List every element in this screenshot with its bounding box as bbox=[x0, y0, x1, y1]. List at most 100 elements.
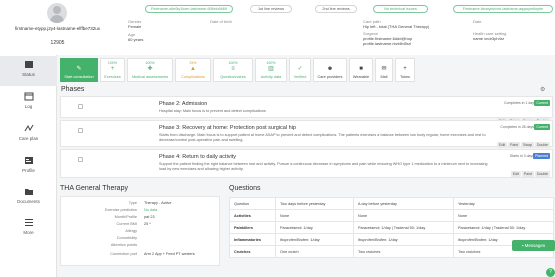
double-button[interactable]: Double bbox=[534, 171, 550, 177]
table-cell: One crutch bbox=[275, 245, 354, 258]
phase-title: Phase 2: Admission bbox=[159, 101, 208, 107]
sidebar-item-label: Log bbox=[24, 104, 33, 109]
row-header: Painkillers bbox=[229, 221, 276, 234]
edit-button[interactable]: Edit bbox=[510, 171, 521, 177]
phase-checkbox[interactable] bbox=[78, 104, 83, 109]
phase-checkbox[interactable] bbox=[78, 128, 83, 133]
home-icon bbox=[24, 61, 33, 68]
double-button[interactable]: Double bbox=[534, 142, 550, 148]
sidebar-item-label: More bbox=[23, 230, 34, 235]
table-cell: None bbox=[353, 209, 454, 222]
plus-icon: + bbox=[110, 66, 115, 72]
avatar bbox=[47, 3, 67, 23]
column-header: Yesterday bbox=[453, 197, 554, 210]
gear-icon[interactable]: ⚙ bbox=[540, 86, 545, 93]
phase-title: Phase 4: Return to daily activity bbox=[159, 154, 237, 160]
health-care-setting-value: name xndr3ph4rz bbox=[473, 36, 505, 41]
phase-card: Phase 4: Return to daily activity Suppor… bbox=[60, 149, 553, 178]
pencil-icon: ✎ bbox=[76, 66, 82, 72]
paint-button[interactable]: Paint bbox=[521, 171, 534, 177]
tokes-button[interactable]: + Tokes bbox=[395, 58, 415, 82]
phase-status: Completes in 28 days bbox=[500, 125, 534, 129]
verified-button[interactable]: ✓ Verified bbox=[289, 58, 311, 82]
questions-table: Question Two days before yesterday A day… bbox=[229, 197, 554, 258]
phase-card: Phase 3: Recovery at home: Protection po… bbox=[60, 120, 553, 148]
patient-header: Firstname-s6e0ty1kxm-lastname-9i3khb6669… bbox=[115, 0, 555, 55]
table-cell: Ibuprofen/Brufen: 1/day bbox=[275, 233, 354, 246]
check-icon: ✓ bbox=[297, 66, 303, 72]
sidebar-item-documents[interactable]: Documents bbox=[0, 183, 57, 213]
therapy-field-value: 25 * bbox=[144, 222, 151, 226]
table-header-row: Question Two days before yesterday A day… bbox=[229, 197, 554, 210]
medical-assessments-button[interactable]: 100% ✚ Medical assessments bbox=[127, 58, 173, 82]
start-consultation-button[interactable]: ✎ Start consultation bbox=[60, 58, 98, 82]
sidebar-item-label: Care plan bbox=[18, 136, 39, 141]
questionnaires-button[interactable]: 100% ≡ Questionnaires bbox=[213, 58, 253, 82]
care-providers-button[interactable]: ☻ Care providers bbox=[313, 58, 347, 82]
patient-id: 12905 bbox=[50, 40, 65, 46]
paint-button[interactable]: Paint bbox=[508, 142, 521, 148]
phase-status: Completes in 1 day bbox=[504, 101, 534, 105]
complications-button[interactable]: 25% ▲ Complications bbox=[175, 58, 211, 82]
status-badge: Current bbox=[534, 124, 550, 130]
therapy-field-value[interactable]: No data bbox=[144, 208, 157, 212]
technical-issues-pill[interactable]: No technical issues bbox=[373, 5, 428, 13]
first-line-reviews-pill[interactable]: 1st line reviews bbox=[250, 5, 292, 13]
phases-heading: Phases bbox=[61, 86, 85, 93]
mail-button[interactable]: ✉ Mail bbox=[375, 58, 393, 82]
edit-button[interactable]: Edit bbox=[497, 142, 508, 148]
column-header: Question bbox=[229, 197, 276, 210]
therapy-field-label: Allergy bbox=[125, 229, 137, 233]
age-value: 60 years bbox=[128, 37, 144, 42]
therapy-details: Type Therapy - Active Exercise predictio… bbox=[60, 196, 220, 266]
sidebar-item-status[interactable]: Status bbox=[0, 56, 57, 86]
dob-label: Date of birth bbox=[210, 19, 232, 24]
phase-title: Phase 3: Recovery at home: Protection po… bbox=[159, 125, 296, 131]
activity-data-button[interactable]: 100% ▥ Activity data bbox=[255, 58, 287, 82]
table-row: Inflammatories Ibuprofen/Brufen: 1/day I… bbox=[229, 233, 554, 246]
care-provider-pill[interactable]: Firstname-fdvwyiwxxm-lastname-aqqwymifoy… bbox=[453, 5, 553, 13]
phase-status: Starts in 3 days bbox=[509, 154, 534, 158]
second-line-reviews-pill[interactable]: 2nd line reviews bbox=[315, 5, 357, 13]
column-header: Two days before yesterday bbox=[275, 197, 354, 210]
warning-icon: ▲ bbox=[190, 66, 196, 72]
therapy-field-label: Connection port bbox=[110, 252, 137, 256]
therapy-field-label: Attention points bbox=[110, 243, 137, 247]
path-icon bbox=[24, 124, 33, 132]
sidebar-item-label: Status bbox=[22, 72, 35, 77]
row-header: Inflammatories bbox=[229, 233, 276, 246]
phase-card: Phase 2: Admission Hospital stay: Main f… bbox=[60, 96, 553, 124]
phase-checkbox[interactable] bbox=[78, 157, 83, 162]
table-cell: Paracetamol: 1/day | Tradenal 50: 1/day bbox=[453, 221, 554, 234]
swap-button[interactable]: Swap bbox=[521, 142, 534, 148]
surgeon-value: profile.firstname.6ddd@hop profile.lastn… bbox=[363, 36, 413, 46]
folder-icon bbox=[24, 189, 33, 195]
assigned-user-pill[interactable]: Firstname-s6e0ty1kxm-lastname-9i3khb6669 bbox=[145, 5, 233, 13]
sidebar-item-care-plan[interactable]: Care plan bbox=[0, 120, 57, 150]
column-header: A day before yesterday bbox=[353, 197, 454, 210]
table-row: Activities None None None bbox=[229, 209, 554, 222]
phase-actions: Edit Paint Double bbox=[510, 162, 550, 180]
sidebar-item-label: Documents bbox=[17, 199, 40, 204]
phase-description: Starts from discharge. Main focus is to … bbox=[159, 133, 486, 142]
table-cell: Two crutches bbox=[353, 245, 454, 258]
help-button[interactable]: ? bbox=[546, 268, 555, 277]
sidebar-item-profile[interactable]: Profile bbox=[0, 152, 57, 182]
sidebar-item-more[interactable]: More bbox=[0, 214, 57, 244]
messages-button[interactable]: ▪ Messages bbox=[512, 240, 555, 251]
table-cell: None bbox=[275, 209, 354, 222]
row-header: Activities bbox=[229, 209, 276, 222]
chart-icon: ▥ bbox=[268, 66, 274, 72]
table-row: Painkillers Paracetamol: 1/day Paracetam… bbox=[229, 221, 554, 234]
watch-icon: ■ bbox=[359, 66, 363, 72]
table-cell: None bbox=[453, 209, 554, 222]
therapy-field-value: Arm 2 App + Feed PT wexters bbox=[144, 252, 195, 256]
therapy-field-label: Current BMI bbox=[116, 222, 137, 226]
sidebar-item-log[interactable]: Log bbox=[0, 88, 57, 118]
list-icon: ≡ bbox=[231, 66, 235, 72]
table-cell: Paracetamol: 1/day | Tradenal 50: 1/day bbox=[353, 221, 454, 234]
phase-description: Support the patient finding the right ba… bbox=[159, 162, 488, 171]
wearable-button[interactable]: ■ Wearable bbox=[349, 58, 373, 82]
row-header: Crutches bbox=[229, 245, 276, 258]
exercises-button[interactable]: 100% + Exercises bbox=[100, 58, 125, 82]
